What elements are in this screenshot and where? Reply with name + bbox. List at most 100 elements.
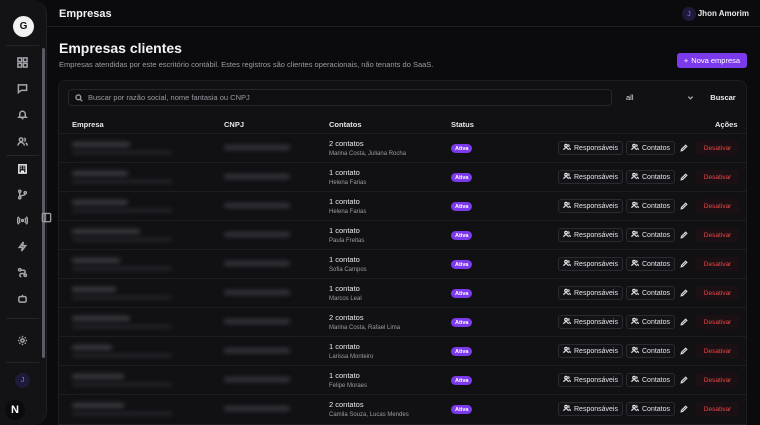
contatos-button[interactable]: Contatos [626,373,676,387]
contacts-names: Camila Souza, Lucas Mendes [329,412,409,418]
pencil-icon[interactable] [678,200,690,212]
table-row[interactable]: 1 contato Helena Farias Ativa Responsáveis C… [59,191,746,220]
pencil-icon[interactable] [678,316,690,328]
contacts-names: Larissa Monteiro [329,354,374,360]
responsaveis-button[interactable]: Responsáveis [558,141,623,155]
responsaveis-label: Responsáveis [574,289,618,297]
responsaveis-button[interactable]: Responsáveis [558,373,623,387]
responsaveis-button[interactable]: Responsáveis [558,344,623,358]
contatos-button[interactable]: Contatos [626,402,676,416]
responsaveis-button[interactable]: Responsáveis [558,199,623,213]
bot-icon[interactable] [14,290,30,306]
desativar-button[interactable]: Desativar [696,402,739,416]
responsaveis-button[interactable]: Responsáveis [558,257,623,271]
pencil-icon[interactable] [678,171,690,183]
new-company-button[interactable]: + Nova empresa [677,53,747,68]
workspace-logo[interactable]: G [13,16,34,37]
desativar-button[interactable]: Desativar [696,170,739,184]
sidebar-user-avatar[interactable]: J [15,373,30,388]
status-badge: Ativa [451,289,473,298]
status-select[interactable]: all [621,89,699,106]
pencil-icon[interactable] [678,229,690,241]
contacts-names: Sofia Campos [329,267,367,273]
branch-icon[interactable] [14,186,30,202]
sidebar-divider [6,362,39,363]
chat-icon[interactable] [14,80,30,96]
sidebar-divider [6,318,39,319]
responsaveis-label: Responsáveis [574,144,618,152]
table-row[interactable]: 1 contato Felipe Moraes Ativa Responsáveis C… [59,365,746,394]
search-button[interactable]: Buscar [704,89,742,106]
contatos-label: Contatos [642,347,671,355]
contatos-button[interactable]: Contatos [626,199,676,213]
desativar-button[interactable]: Desativar [696,141,739,155]
contatos-label: Contatos [642,376,671,384]
responsaveis-label: Responsáveis [574,376,618,384]
company-subtitle-redacted [72,151,172,154]
contacts-count: 2 contatos [329,400,364,409]
search-input[interactable] [88,93,588,102]
contatos-button[interactable]: Contatos [626,286,676,300]
sidebar-scrollbar[interactable] [42,48,45,358]
user-name[interactable]: Jhon Amorim [698,9,749,18]
desativar-button[interactable]: Desativar [696,199,739,213]
users-icon [631,259,639,269]
route-icon[interactable] [14,264,30,280]
sidebar-collapse-icon[interactable] [41,210,53,223]
users-icon[interactable] [14,133,30,149]
contacts-count: 2 contatos [329,313,364,322]
contatos-label: Contatos [642,231,671,239]
company-name-redacted [72,258,120,263]
contatos-button[interactable]: Contatos [626,170,676,184]
search-box[interactable] [68,89,612,106]
responsaveis-button[interactable]: Responsáveis [558,315,623,329]
building-icon[interactable] [14,160,30,176]
desativar-button[interactable]: Desativar [696,228,739,242]
pencil-icon[interactable] [678,403,690,415]
table-row[interactable]: 1 contato Marcos Leal Ativa Responsáveis Con… [59,278,746,307]
contatos-button[interactable]: Contatos [626,228,676,242]
table-row[interactable]: 2 contatos Marina Costa, Juliana Rocha Ati… [59,133,746,162]
table-row[interactable]: 1 contato Larissa Monteiro Ativa Responsáve… [59,336,746,365]
desativar-button[interactable]: Desativar [696,373,739,387]
desativar-button[interactable]: Desativar [696,315,739,329]
contacts-count: 1 contato [329,371,360,380]
cnpj-redacted [224,145,290,150]
table-row[interactable]: 2 contatos Marina Costa, Rafael Lima Ativa… [59,307,746,336]
responsaveis-button[interactable]: Responsáveis [558,286,623,300]
gear-icon[interactable] [14,332,30,348]
pencil-icon[interactable] [678,142,690,154]
grid-icon[interactable] [14,54,30,70]
bolt-icon[interactable] [14,238,30,254]
table-row[interactable]: 1 contato Helena Farias Ativa Responsáveis C… [59,162,746,191]
pencil-icon[interactable] [678,258,690,270]
pencil-icon[interactable] [678,287,690,299]
user-avatar[interactable]: J [682,7,696,21]
contacts-names: Felipe Moraes [329,383,368,389]
responsaveis-button[interactable]: Responsáveis [558,402,623,416]
responsaveis-button[interactable]: Responsáveis [558,170,623,184]
desativar-button[interactable]: Desativar [696,257,739,271]
desativar-button[interactable]: Desativar [696,286,739,300]
n-badge[interactable]: N [5,400,25,420]
contatos-button[interactable]: Contatos [626,257,676,271]
table-row[interactable]: 1 contato Sofia Campos Ativa Responsáveis Co… [59,249,746,278]
table-row[interactable]: 1 contato Paula Freitas Ativa Responsáveis C… [59,220,746,249]
broadcast-icon[interactable] [14,212,30,228]
contatos-button[interactable]: Contatos [626,344,676,358]
responsaveis-button[interactable]: Responsáveis [558,228,623,242]
company-subtitle-redacted [72,412,172,415]
company-subtitle-redacted [72,354,172,357]
contatos-button[interactable]: Contatos [626,315,676,329]
company-name-redacted [72,142,130,147]
desativar-button[interactable]: Desativar [696,344,739,358]
users-icon [563,259,571,269]
status-badge: Ativa [451,202,473,211]
pencil-icon[interactable] [678,374,690,386]
bell-icon[interactable] [14,106,30,122]
pencil-icon[interactable] [678,345,690,357]
contacts-count: 2 contatos [329,139,364,148]
status-badge: Ativa [451,376,473,385]
table-row[interactable]: 2 contatos Camila Souza, Lucas Mendes Ativ… [59,394,746,423]
contatos-button[interactable]: Contatos [626,141,676,155]
